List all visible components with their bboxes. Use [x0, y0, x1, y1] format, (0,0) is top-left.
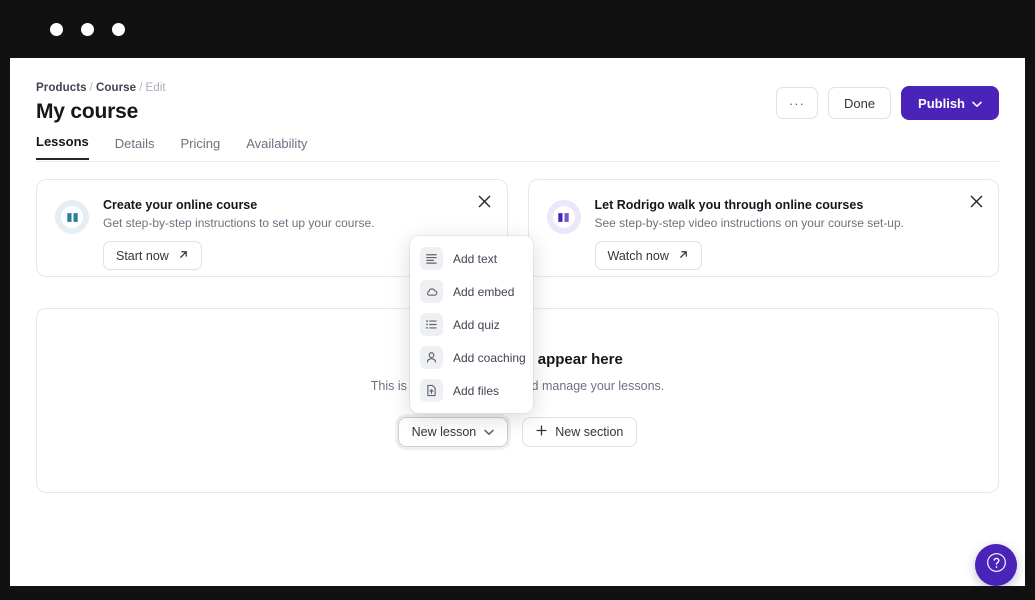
- cloud-icon: [420, 280, 443, 303]
- menu-item-add-quiz[interactable]: Add quiz: [410, 308, 533, 341]
- menu-item-label: Add quiz: [453, 317, 500, 332]
- header-actions: ··· Done Publish: [775, 86, 999, 120]
- tab-bar-divider: [36, 161, 999, 162]
- close-icon[interactable]: [967, 192, 985, 210]
- new-section-button[interactable]: New section: [522, 417, 638, 447]
- card-title: Let Rodrigo walk you through online cour…: [594, 198, 864, 212]
- card-watch-video: Let Rodrigo walk you through online cour…: [527, 179, 999, 277]
- card-description: See step-by-step video instructions on y…: [594, 216, 905, 230]
- chevron-down-icon: [972, 96, 982, 111]
- breadcrumb-item-edit: Edit: [145, 82, 166, 94]
- start-now-label: Start now: [116, 248, 169, 263]
- tab-bar: Lessons Details Pricing Availability: [36, 134, 307, 160]
- menu-item-label: Add coaching: [453, 350, 526, 365]
- window-dot-maximize[interactable]: [112, 22, 125, 36]
- new-lesson-dropdown-menu: Add text Add embed Add quiz Add coaching…: [410, 236, 533, 413]
- publish-button[interactable]: Publish: [901, 86, 999, 120]
- window-dot-close[interactable]: [50, 22, 63, 36]
- new-lesson-button[interactable]: New lesson: [397, 417, 509, 447]
- card-description: Get step-by-step instructions to set up …: [103, 216, 375, 230]
- menu-item-label: Add text: [453, 251, 498, 266]
- done-button[interactable]: Done: [827, 87, 892, 119]
- help-button[interactable]: [975, 544, 1017, 586]
- tab-availability[interactable]: Availability: [246, 136, 307, 160]
- arrow-up-right-icon: [178, 249, 189, 263]
- menu-item-add-embed[interactable]: Add embed: [410, 275, 533, 308]
- menu-item-add-text[interactable]: Add text: [410, 242, 533, 275]
- card-icon-wrapper: [546, 200, 581, 234]
- breadcrumb-separator-1: /: [89, 82, 93, 94]
- start-now-button[interactable]: Start now: [103, 241, 202, 270]
- menu-item-label: Add embed: [453, 284, 515, 299]
- empty-state-actions: New lesson New section: [37, 417, 998, 447]
- breadcrumb-separator-2: /: [139, 82, 143, 94]
- more-options-button[interactable]: ···: [775, 87, 818, 119]
- card-icon-wrapper: [55, 200, 89, 234]
- menu-item-label: Add files: [453, 383, 500, 398]
- watch-now-button[interactable]: Watch now: [594, 241, 702, 270]
- person-icon: [420, 346, 443, 369]
- card-title: Create your online course: [103, 198, 258, 212]
- card-body: Let Rodrigo walk you through online cour…: [594, 198, 981, 270]
- menu-item-add-files[interactable]: Add files: [410, 374, 533, 407]
- arrow-up-right-icon: [678, 249, 689, 263]
- breadcrumb-item-products[interactable]: Products: [36, 82, 87, 94]
- publish-button-label: Publish: [918, 95, 965, 111]
- close-icon[interactable]: [476, 192, 494, 210]
- breadcrumb-item-course[interactable]: Course: [96, 82, 136, 94]
- book-icon: [61, 206, 83, 228]
- watch-now-label: Watch now: [607, 248, 669, 263]
- list-icon: [420, 313, 443, 336]
- text-lines-icon: [420, 247, 443, 270]
- title-bar: [0, 0, 1035, 58]
- tab-details[interactable]: Details: [115, 136, 155, 160]
- browser-window: Products / Course / Edit My course Lessons D…: [0, 0, 1035, 600]
- book-icon: [552, 206, 575, 228]
- file-upload-icon: [420, 379, 443, 402]
- window-dot-minimize[interactable]: [81, 22, 94, 36]
- question-mark-icon: [985, 551, 1008, 579]
- new-lesson-label: New lesson: [411, 425, 477, 439]
- menu-item-add-coaching[interactable]: Add coaching: [410, 341, 533, 374]
- chevron-down-icon: [484, 425, 495, 439]
- tab-pricing[interactable]: Pricing: [181, 136, 221, 160]
- plus-icon: [536, 425, 547, 439]
- new-section-label: New section: [555, 425, 624, 439]
- tab-lessons[interactable]: Lessons: [36, 134, 89, 160]
